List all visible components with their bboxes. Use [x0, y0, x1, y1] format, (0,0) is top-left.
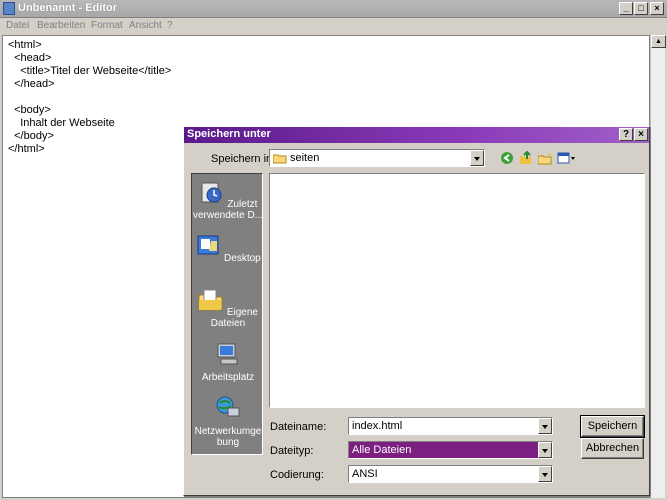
menu-datei[interactable]: Datei: [6, 20, 29, 31]
save-in-value: seiten: [290, 152, 320, 164]
filetype-value: Alle Dateien: [352, 444, 412, 456]
chevron-down-icon[interactable]: [538, 466, 552, 482]
encoding-value: ANSI: [352, 468, 378, 480]
vertical-scrollbar[interactable]: ▲: [650, 35, 666, 498]
place-network[interactable]: Netzwerkumge bung: [192, 395, 264, 448]
back-icon[interactable]: [500, 151, 514, 165]
code-line: <head>: [8, 52, 52, 64]
dialog-title: Speichern unter: [187, 128, 271, 140]
editor-title-bar: Unbenannt - Editor _ □ ×: [0, 0, 667, 18]
code-line: </head>: [8, 78, 55, 90]
save-button[interactable]: Speichern: [580, 415, 645, 438]
minimize-button[interactable]: _: [619, 2, 633, 15]
my-computer-icon: [217, 343, 238, 365]
place-my-documents[interactable]: Eigene Dateien: [192, 287, 264, 329]
file-list[interactable]: [269, 173, 645, 408]
help-button[interactable]: ?: [619, 128, 633, 141]
chevron-down-icon[interactable]: [538, 418, 552, 434]
filename-input[interactable]: index.html: [348, 417, 553, 435]
menu-ansicht[interactable]: Ansicht: [129, 20, 162, 31]
chevron-down-icon[interactable]: [538, 442, 552, 458]
code-line: <body>: [8, 104, 51, 116]
filename-label: Dateiname:: [270, 421, 327, 433]
desktop-icon: [197, 235, 219, 255]
code-line: </html>: [8, 143, 45, 155]
scroll-up-icon[interactable]: ▲: [651, 35, 666, 48]
dialog-close-button[interactable]: ×: [634, 128, 648, 141]
close-button[interactable]: ×: [650, 2, 664, 15]
code-line: Inhalt der Webseite: [8, 117, 115, 129]
place-desktop[interactable]: Desktop: [192, 233, 264, 264]
new-folder-icon[interactable]: [538, 151, 552, 165]
maximize-button[interactable]: □: [634, 2, 648, 15]
my-documents-icon: [198, 289, 223, 311]
chevron-down-icon[interactable]: [470, 150, 484, 166]
place-desktop-label: Desktop: [224, 253, 261, 264]
encoding-dropdown[interactable]: ANSI: [348, 465, 553, 483]
save-in-dropdown[interactable]: seiten: [269, 149, 485, 167]
code-line: </body>: [8, 130, 54, 142]
place-network-label: Netzwerkumge bung: [194, 426, 262, 448]
menu-bar: Datei Bearbeiten Format Ansicht ?: [0, 18, 667, 35]
place-my-computer[interactable]: Arbeitsplatz: [192, 341, 264, 383]
encoding-label: Codierung:: [270, 469, 324, 481]
filetype-dropdown[interactable]: Alle Dateien: [348, 441, 553, 459]
code-line: <title>Titel der Webseite</title>: [8, 65, 172, 77]
cancel-button[interactable]: Abbrechen: [581, 438, 644, 459]
notepad-icon: [3, 2, 15, 15]
filename-value: index.html: [352, 420, 403, 432]
network-icon: [216, 396, 240, 419]
editor-title: Unbenannt - Editor: [18, 2, 117, 14]
save-as-dialog: Speichern unter ? × Speichern in: seiten…: [183, 126, 650, 496]
dialog-title-bar: Speichern unter ? ×: [184, 127, 649, 143]
recent-icon: [201, 182, 222, 203]
menu-format[interactable]: Format: [91, 20, 123, 31]
save-in-label: Speichern in:: [211, 153, 276, 165]
place-my-computer-label: Arbeitsplatz: [201, 372, 255, 383]
place-recent[interactable]: Zuletzt verwendete D...: [192, 179, 264, 221]
up-folder-icon[interactable]: [519, 151, 533, 165]
views-icon[interactable]: [557, 151, 577, 165]
folder-icon: [273, 154, 287, 164]
menu-help[interactable]: ?: [167, 20, 173, 31]
menu-bearbeiten[interactable]: Bearbeiten: [37, 20, 85, 31]
code-line: <html>: [8, 39, 42, 51]
places-bar: Zuletzt verwendete D... Desktop Eigene D…: [191, 173, 263, 455]
filetype-label: Dateityp:: [270, 445, 314, 457]
